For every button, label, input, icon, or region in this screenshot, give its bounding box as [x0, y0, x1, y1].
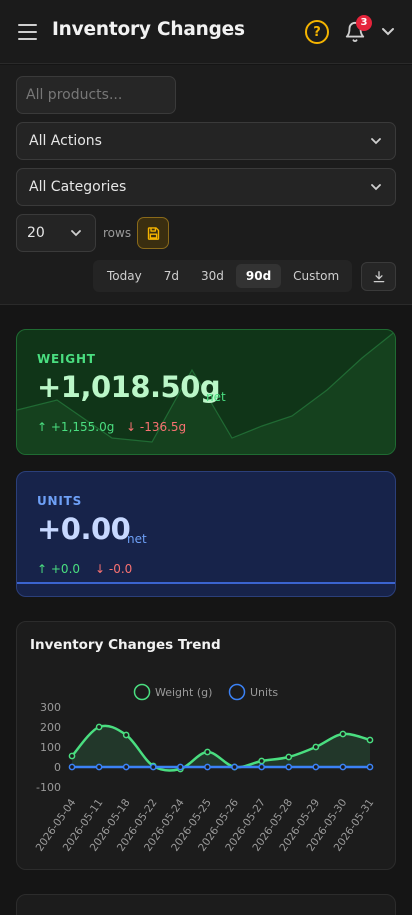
- chevron-down-icon: [371, 184, 381, 191]
- data-point: [312, 743, 320, 751]
- y-tick-label: 200: [40, 721, 61, 734]
- search-input[interactable]: [16, 76, 176, 114]
- save-icon: [147, 226, 159, 240]
- weight-label: WEIGHT: [37, 352, 96, 366]
- data-point: [312, 763, 320, 771]
- units-decrease-value: -0.0: [108, 562, 133, 576]
- data-point: [149, 763, 157, 771]
- data-point: [68, 763, 76, 771]
- legend-label: Weight (g): [155, 686, 212, 699]
- filters-panel: All Actions All Categories 20 rows Today…: [0, 65, 412, 305]
- data-point: [122, 731, 130, 739]
- range-7d[interactable]: 7d: [154, 264, 189, 288]
- legend-swatch: [133, 683, 151, 701]
- chevron-down-icon: [371, 138, 381, 145]
- units-value: +0.00: [37, 512, 131, 546]
- units-decrease: ↓ -0.0: [95, 562, 133, 576]
- range-30d[interactable]: 30d: [191, 264, 234, 288]
- units-label: UNITS: [37, 494, 83, 508]
- download-icon: [373, 270, 384, 282]
- range-90d[interactable]: 90d: [235, 264, 282, 288]
- units-summary-card: UNITS +0.00 net ↑ +0.0 ↓ -0.0: [16, 471, 396, 597]
- next-card: [16, 894, 396, 915]
- action-select-value: All Actions: [29, 133, 102, 149]
- data-point: [177, 763, 184, 771]
- y-tick-label: 100: [40, 741, 61, 754]
- rows-select[interactable]: 20: [16, 214, 96, 252]
- page-title: Inventory Changes: [52, 19, 245, 40]
- data-point: [285, 753, 293, 761]
- chevron-down-icon: [71, 230, 81, 237]
- data-point: [285, 763, 293, 771]
- weight-increase-value: +1,155.0g: [50, 420, 115, 434]
- units-increase-value: +0.0: [50, 562, 81, 576]
- help-icon[interactable]: ?: [305, 20, 329, 44]
- weight-increase: ↑ +1,155.0g: [37, 420, 115, 434]
- menu-icon[interactable]: [18, 24, 37, 40]
- weight-summary-card: WEIGHT +1,018.50g net ↑ +1,155.0g ↓ -136…: [16, 329, 396, 455]
- trend-chart-card: Inventory Changes Trend 300 200 100 0 -100 We…: [16, 621, 396, 870]
- units-increase: ↑ +0.0: [37, 562, 81, 576]
- action-select[interactable]: All Actions: [16, 122, 396, 160]
- data-point: [95, 723, 103, 731]
- y-tick-label: 0: [54, 761, 61, 774]
- legend-swatch: [228, 683, 246, 701]
- data-point: [366, 736, 374, 744]
- date-range-tabs: Today 7d 30d 90d Custom: [93, 260, 352, 292]
- range-today[interactable]: Today: [97, 264, 152, 288]
- data-point: [68, 752, 76, 760]
- data-point: [95, 763, 103, 771]
- category-select-value: All Categories: [29, 179, 127, 195]
- notification-badge: 3: [356, 15, 372, 31]
- data-point: [339, 730, 347, 738]
- range-custom[interactable]: Custom: [283, 264, 349, 288]
- category-select[interactable]: All Categories: [16, 168, 396, 206]
- weight-value: +1,018.50g: [37, 370, 221, 404]
- weight-decrease: ↓ -136.5g: [126, 420, 187, 434]
- top-bar: Inventory Changes ? 3: [0, 0, 412, 64]
- data-point: [366, 763, 374, 771]
- chevron-down-icon[interactable]: [381, 26, 395, 38]
- weight-decrease-value: -136.5g: [139, 420, 187, 434]
- legend-label: Units: [250, 686, 278, 699]
- data-point: [122, 763, 130, 771]
- series-area-fill: [72, 725, 370, 771]
- data-point: [204, 748, 211, 756]
- rows-select-value: 20: [27, 225, 45, 241]
- y-tick-label: 300: [40, 701, 61, 714]
- save-button[interactable]: [137, 217, 169, 249]
- units-net-label: net: [127, 532, 147, 546]
- data-point: [258, 757, 265, 765]
- data-point: [339, 763, 347, 771]
- rows-label: rows: [103, 226, 132, 240]
- y-tick-label: -100: [36, 781, 61, 794]
- weight-net-label: net: [206, 390, 226, 404]
- download-button[interactable]: [361, 262, 396, 291]
- trend-chart: 3002001000-100Weight (g) Units2026-05-042…: [34, 683, 376, 854]
- data-point: [231, 763, 238, 771]
- data-point: [258, 763, 265, 771]
- data-point: [204, 763, 211, 771]
- units-sparkline: [17, 582, 395, 584]
